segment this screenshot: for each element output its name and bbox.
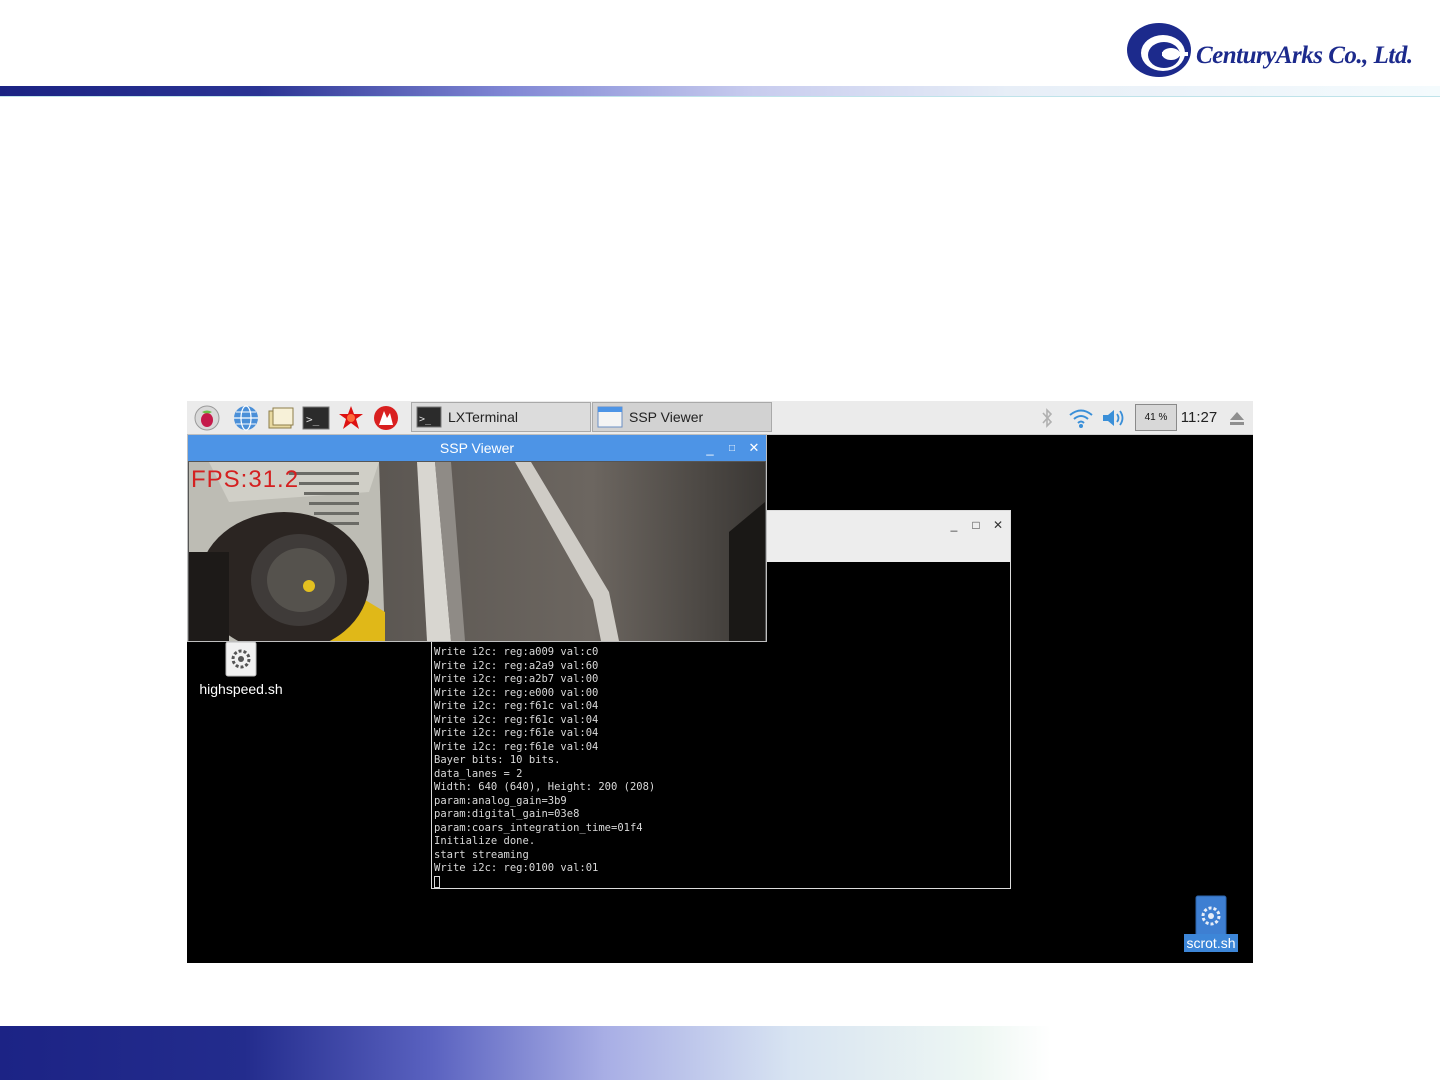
cpu-monitor[interactable]: 41 % (1135, 404, 1177, 431)
terminal-line: Width: 640 (640), Height: 200 (208) (434, 781, 656, 793)
terminal-line: Write i2c: reg:a009 val:c0 (434, 646, 599, 658)
ssp-viewer-window[interactable]: SSP Viewer _ □ ✕ FPS:31.2 (187, 434, 767, 642)
company-name: CenturyArks Co., Ltd. (1196, 42, 1413, 69)
script-file-icon (225, 641, 257, 677)
window-icon (597, 406, 623, 428)
terminal-line: data_lanes = 2 (434, 767, 523, 780)
terminal-icon: >_ (416, 406, 442, 428)
wolfram-icon[interactable] (372, 404, 400, 432)
terminal-line: Write i2c: reg:0100 val:01 (434, 862, 599, 874)
company-logo-mark (1127, 23, 1191, 77)
close-button[interactable]: ✕ (745, 435, 763, 461)
terminal-line: param:coars_integration_time=01f4 (434, 821, 643, 834)
clock[interactable]: 11:27 (1179, 401, 1219, 434)
terminal-prompt[interactable] (434, 875, 1004, 890)
desktop-icon-label: highspeed.sh (199, 681, 283, 697)
terminal-line: Bayer bits: 10 bits. (434, 754, 561, 766)
header-divider (0, 96, 1440, 97)
desktop-screenshot: >_ >_ LXTerminal SSP Viewer 41 % 11:27 _… (187, 401, 1253, 963)
volume-icon[interactable] (1100, 401, 1128, 434)
script-file-icon (1195, 895, 1227, 937)
taskbar-button-lxterminal[interactable]: >_ LXTerminal (411, 402, 591, 432)
terminal-line: Write i2c: reg:f61e val:04 (434, 727, 599, 739)
terminal-line: Write i2c: reg:f61c val:04 (434, 713, 599, 726)
mathematica-icon[interactable] (337, 404, 365, 432)
maximize-button[interactable]: □ (723, 435, 741, 461)
camera-preview: FPS:31.2 (189, 462, 765, 641)
footer-gradient-bar (0, 1026, 1440, 1080)
terminal-output[interactable]: Write i2c: reg:a009 val:c0 Write i2c: re… (434, 646, 1004, 889)
raspberry-menu-icon[interactable] (193, 404, 221, 432)
terminal-line: param:digital_gain=03e8 (434, 808, 580, 820)
eject-icon[interactable] (1225, 401, 1249, 434)
taskbar-button-label: LXTerminal (448, 409, 519, 425)
terminal-line: Write i2c: reg:a2a9 val:60 (434, 659, 599, 672)
terminal-line: Write i2c: reg:f61c val:04 (434, 700, 599, 712)
terminal-line: Write i2c: reg:e000 val:00 (434, 686, 599, 699)
terminal-line: Write i2c: reg:f61e val:04 (434, 740, 599, 753)
maximize-button[interactable]: □ (967, 517, 985, 533)
bluetooth-icon[interactable] (1035, 401, 1059, 434)
terminal-line: param:analog_gain=3b9 (434, 794, 567, 807)
taskbar-button-ssp-viewer[interactable]: SSP Viewer (592, 402, 772, 432)
clock-time: 11:27 (1180, 409, 1218, 426)
minimize-button[interactable]: _ (701, 435, 719, 461)
wifi-icon[interactable] (1067, 401, 1095, 434)
svg-text:>_: >_ (306, 413, 320, 426)
file-manager-icon[interactable] (267, 404, 295, 432)
desktop-icon-highspeed[interactable]: highspeed.sh (195, 641, 287, 698)
terminal-line: Write i2c: reg:a2b7 val:00 (434, 673, 599, 685)
web-browser-icon[interactable] (232, 404, 260, 432)
text-cursor (434, 875, 440, 888)
svg-text:>_: >_ (419, 414, 432, 425)
header-gradient-bar (0, 86, 1440, 96)
taskbar: >_ >_ LXTerminal SSP Viewer 41 % 11:27 (187, 401, 1253, 435)
taskbar-button-label: SSP Viewer (629, 409, 704, 425)
cpu-usage: 41 % (1144, 412, 1168, 423)
ssp-viewer-titlebar[interactable]: SSP Viewer _ □ ✕ (188, 435, 766, 461)
minimize-button[interactable]: _ (945, 517, 963, 533)
terminal-line: Initialize done. (434, 835, 536, 847)
window-title: SSP Viewer (439, 440, 515, 456)
desktop-icon-label: scrot.sh (1184, 934, 1238, 952)
terminal-icon[interactable]: >_ (302, 404, 330, 432)
close-button[interactable]: ✕ (989, 517, 1007, 533)
fps-overlay: FPS:31.2 (191, 466, 300, 493)
desktop-icon-scrot[interactable]: scrot.sh (1183, 895, 1239, 953)
company-logo: CenturyArks Co., Ltd. (1126, 22, 1426, 82)
terminal-line: start streaming (434, 848, 529, 861)
